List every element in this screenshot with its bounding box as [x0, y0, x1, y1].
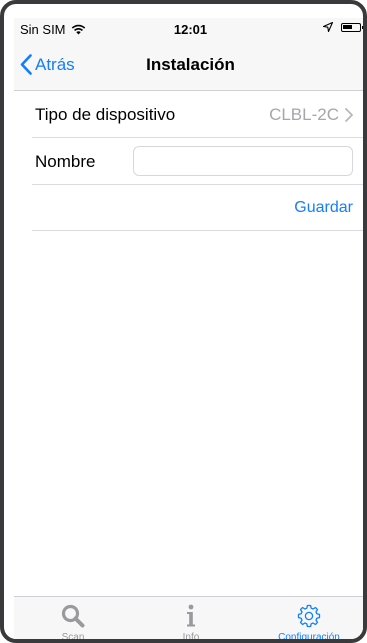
tab-config-label: Configuración [278, 632, 340, 643]
tab-scan-icon-wrap [14, 603, 132, 629]
battery-icon [341, 22, 363, 32]
tab-configuracion[interactable]: Configuración [250, 597, 363, 643]
device-type-label: Tipo de dispositivo [35, 105, 176, 124]
name-input[interactable] [133, 146, 353, 176]
search-icon [61, 604, 85, 628]
tab-info[interactable]: Info [132, 597, 250, 643]
info-icon [187, 604, 195, 627]
tab-info-label: Info [182, 632, 200, 643]
save-row: Guardar [32, 185, 363, 231]
device-type-value: CLBL-2C [269, 105, 339, 124]
gear-icon [297, 604, 321, 628]
device-type-row[interactable]: Tipo de dispositivo CLBL-2C [32, 91, 363, 138]
status-right [323, 22, 363, 32]
name-row: Nombre [32, 138, 363, 185]
tab-scan[interactable]: Scan [14, 597, 132, 643]
save-button[interactable]: Guardar [294, 199, 353, 217]
tab-config-icon-wrap [250, 603, 363, 629]
tab-scan-label: Scan [61, 632, 85, 643]
location-arrow-icon [323, 22, 333, 32]
device-type-value-group: CLBL-2C [269, 105, 353, 125]
page-title: Instalación [146, 55, 235, 74]
status-bar: Sin SIM 12:01 [14, 18, 363, 40]
tab-bar: Scan Info Configuración [14, 596, 363, 643]
device-frame: Sin SIM 12:01 Atrás Instalación Tipo de … [0, 0, 367, 643]
tab-info-icon-wrap [132, 603, 250, 629]
navigation-bar: Atrás Instalación [14, 40, 363, 91]
status-time: 12:01 [173, 22, 208, 37]
screen: Sin SIM 12:01 Atrás Instalación Tipo de … [14, 18, 363, 643]
name-label: Nombre [35, 152, 96, 171]
chevron-right-icon [345, 108, 353, 122]
